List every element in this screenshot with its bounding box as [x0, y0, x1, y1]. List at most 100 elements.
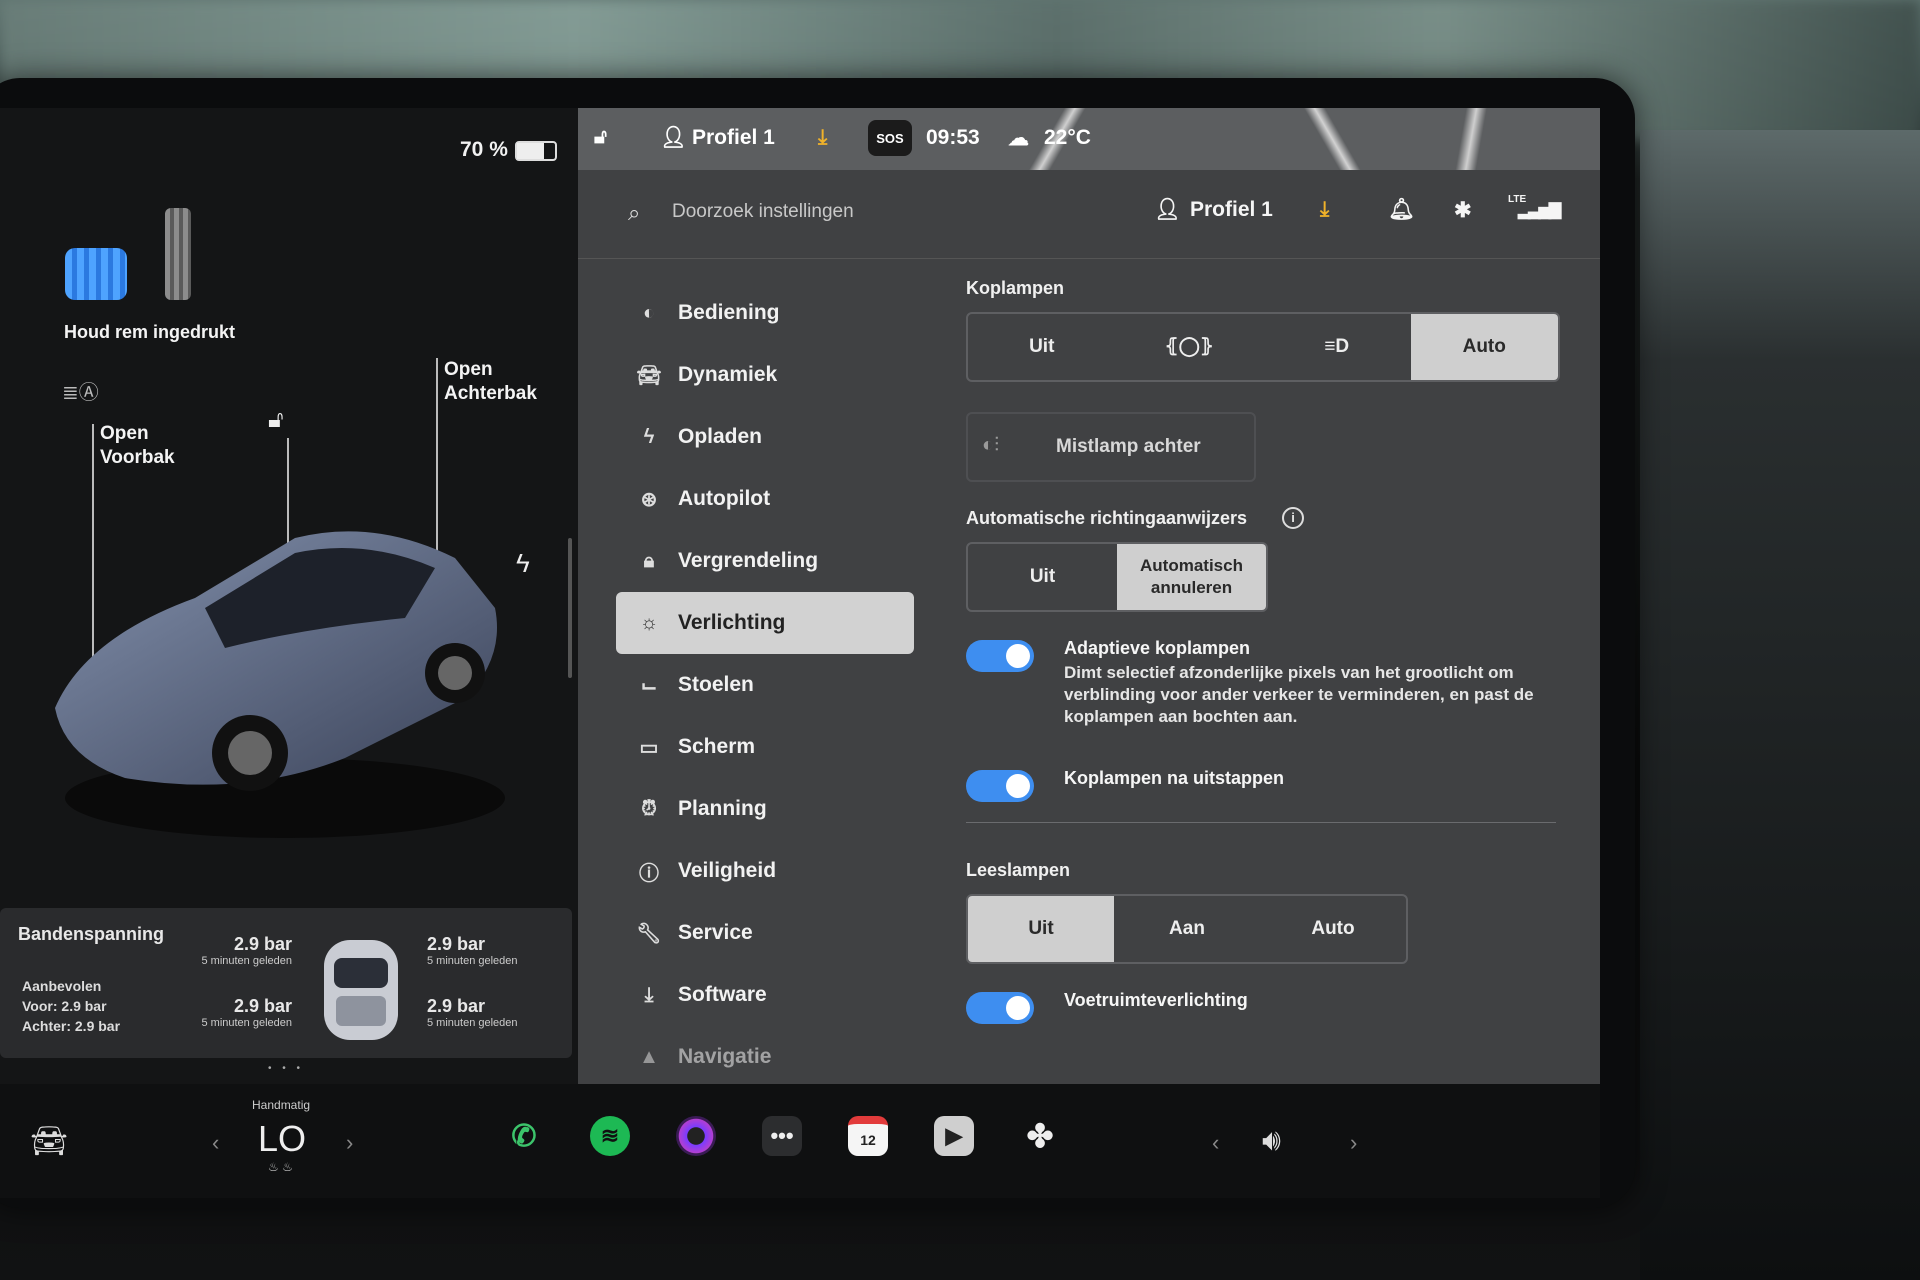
nav-item-scherm[interactable]: ▭ Scherm: [616, 716, 914, 778]
recommended-front: Voor: 2.9 bar: [22, 998, 107, 1014]
headlights-selector: Uit ⦃◯⦄ ≡D Auto: [966, 312, 1560, 382]
outside-temperature: 22°C: [1044, 126, 1091, 149]
tire-pressure-card[interactable]: Bandenspanning Aanbevolen Voor: 2.9 bar …: [0, 908, 572, 1058]
recommended-rear: Achter: 2.9 bar: [22, 1018, 121, 1034]
temp-up-chevron-icon[interactable]: ›: [346, 1130, 353, 1156]
recommended-label: Aanbevolen: [22, 978, 102, 994]
touchscreen: 70 % Houd rem ingedrukt ≣Ⓐ 🔓︎ Open Voorb…: [0, 108, 1600, 1198]
settings-nav: ◐ Bediening 🚘︎ Dynamiek ϟ Opladen ⊛ Autopilot 🔒︎…: [616, 282, 914, 1088]
car-icon: 🚘︎: [636, 364, 662, 387]
nav-item-label: Software: [678, 983, 767, 1006]
adaptive-headlights-toggle[interactable]: [966, 640, 1034, 672]
driver-profile-icon: 👤︎: [660, 126, 687, 149]
nav-item-autopilot[interactable]: ⊛ Autopilot: [616, 468, 914, 530]
rear-fog-button[interactable]: ◐⫶ Mistlamp achter: [966, 412, 1256, 482]
nav-item-planning[interactable]: ⏰︎ Planning: [616, 778, 914, 840]
accelerator-pedal-icon: [165, 208, 191, 300]
download-icon: ⤓: [644, 983, 654, 1006]
update-download-icon[interactable]: ⤓: [818, 126, 827, 150]
footwell-lights-toggle[interactable]: [966, 992, 1034, 1024]
nav-item-verlichting[interactable]: ☼ Verlichting: [616, 592, 914, 654]
nav-item-vergrendeling[interactable]: 🔒︎ Vergrendeling: [616, 530, 914, 592]
open-frunk-button[interactable]: Open Voorbak: [100, 422, 175, 470]
nav-item-bediening[interactable]: ◐ Bediening: [616, 282, 914, 344]
reading-lights-off-option[interactable]: Uit: [968, 896, 1114, 962]
nav-item-veiligheid[interactable]: ⓘ Veiligheid: [616, 840, 914, 902]
navigation-arrow-icon: ▲: [639, 1045, 659, 1068]
car-menu-icon[interactable]: 🚘︎: [30, 1124, 68, 1159]
settings-panel: ⌕ 👤︎ Profiel 1 ⤓ 🔔︎ ✱ LTE ▂▃▅▇ ◐ Bedienin…: [578, 170, 1600, 1084]
nav-item-label: Service: [678, 921, 753, 944]
tire-rear-right: 2.9 bar 5 minuten geleden: [427, 996, 518, 1029]
lock-open-icon[interactable]: 🔓︎: [268, 406, 284, 434]
bluetooth-icon[interactable]: ✱: [1454, 198, 1472, 223]
alarm-clock-icon: ⏰︎: [641, 797, 657, 820]
cabin-temperature[interactable]: LO: [258, 1118, 306, 1160]
pane-scroll-indicator[interactable]: [568, 538, 572, 678]
car-3d-model: [55, 531, 505, 838]
reading-lights-auto-option[interactable]: Auto: [1260, 896, 1406, 962]
spotify-icon[interactable]: ≋: [590, 1116, 630, 1156]
brake-pedal-icon: [65, 248, 127, 300]
more-apps-icon[interactable]: •••: [762, 1116, 802, 1156]
temp-down-chevron-icon[interactable]: ‹: [212, 1130, 219, 1156]
nav-item-label: Planning: [678, 797, 767, 820]
nav-item-navigatie[interactable]: ▲ Navigatie: [616, 1026, 914, 1088]
background-interior: [1640, 130, 1920, 1280]
battery-percentage: 70 %: [460, 138, 508, 161]
reading-lights-title: Leeslampen: [966, 860, 1071, 880]
header-download-icon[interactable]: ⤓: [1320, 198, 1329, 222]
auto-headlight-icon: ≣Ⓐ: [62, 382, 99, 404]
settings-search-input[interactable]: [670, 196, 1034, 228]
low-beam-icon[interactable]: ≡D: [1263, 314, 1411, 380]
fan-icon[interactable]: ✤: [1020, 1116, 1060, 1156]
theater-icon[interactable]: ▶: [934, 1116, 974, 1156]
nav-item-stoelen[interactable]: ⌙ Stoelen: [616, 654, 914, 716]
cloud-icon: ☁︎: [1008, 127, 1029, 150]
headlights-after-exit-toggle[interactable]: [966, 770, 1034, 802]
nav-item-label: Bediening: [678, 301, 780, 324]
nav-item-service[interactable]: 🔧︎ Service: [616, 902, 914, 964]
auto-indicators-off-option[interactable]: Uit: [968, 544, 1117, 610]
display-icon: ▭: [639, 736, 659, 759]
clock: 09:53: [926, 126, 980, 149]
headlights-off-option[interactable]: Uit: [968, 314, 1116, 380]
volume-down-chevron-icon[interactable]: ‹: [1212, 1130, 1219, 1156]
reading-lights-on-option[interactable]: Aan: [1114, 896, 1260, 962]
adaptive-headlights-desc: Dimt selectief afzonderlijke pixels van …: [1064, 663, 1534, 726]
headlights-after-exit-title: Koplampen na uitstappen: [1064, 768, 1285, 788]
settings-header: ⌕ 👤︎ Profiel 1 ⤓ 🔔︎ ✱ LTE ▂▃▅▇: [578, 170, 1600, 259]
auto-indicators-cancel-option[interactable]: Automatisch annuleren: [1117, 544, 1266, 610]
rear-fog-label: Mistlamp achter: [1056, 436, 1201, 457]
headlights-auto-option[interactable]: Auto: [1410, 314, 1558, 380]
info-icon[interactable]: i: [1282, 507, 1304, 529]
sos-button[interactable]: SOS: [868, 120, 912, 156]
nav-item-label: Dynamiek: [678, 363, 778, 386]
tire-rear-left: 2.9 bar 5 minuten geleden: [201, 996, 292, 1029]
bolt-icon: ϟ: [643, 425, 655, 448]
seat-heater-icon[interactable]: ♨ ♨: [268, 1160, 293, 1174]
nav-item-label: Navigatie: [678, 1045, 772, 1068]
calendar-icon[interactable]: 12: [848, 1116, 888, 1156]
search-icon: ⌕: [628, 200, 641, 225]
map-strip[interactable]: 🔓︎ 👤︎ Profiel 1 ⤓ SOS 09:53 ☁︎ 22°C: [578, 108, 1600, 170]
nav-item-label: Verlichting: [678, 611, 786, 634]
phone-icon[interactable]: ✆: [504, 1116, 544, 1156]
nav-item-dynamiek[interactable]: 🚘︎ Dynamiek: [616, 344, 914, 406]
notification-bell-icon[interactable]: 🔔︎: [1388, 198, 1415, 222]
nav-item-software[interactable]: ⤓ Software: [616, 964, 914, 1026]
nav-item-label: Scherm: [678, 735, 756, 758]
camera-icon[interactable]: [676, 1116, 716, 1156]
charge-port-icon[interactable]: ϟ: [516, 548, 530, 579]
nav-item-opladen[interactable]: ϟ Opladen: [616, 406, 914, 468]
volume-icon[interactable]: 🔊︎: [1262, 1124, 1281, 1158]
open-trunk-button[interactable]: Open Achterbak: [444, 358, 537, 406]
nav-item-label: Vergrendeling: [678, 549, 819, 572]
parking-lights-icon[interactable]: ⦃◯⦄: [1116, 314, 1264, 380]
tire-pressure-title: Bandenspanning: [18, 924, 165, 944]
volume-up-chevron-icon[interactable]: ›: [1350, 1130, 1357, 1156]
climate-mode-label: Handmatig: [252, 1098, 311, 1112]
auto-indicators-title: Automatische richtingaanwijzers: [966, 508, 1248, 528]
header-profile-name[interactable]: Profiel 1: [1190, 198, 1273, 222]
top-profile-name[interactable]: Profiel 1: [692, 126, 775, 150]
